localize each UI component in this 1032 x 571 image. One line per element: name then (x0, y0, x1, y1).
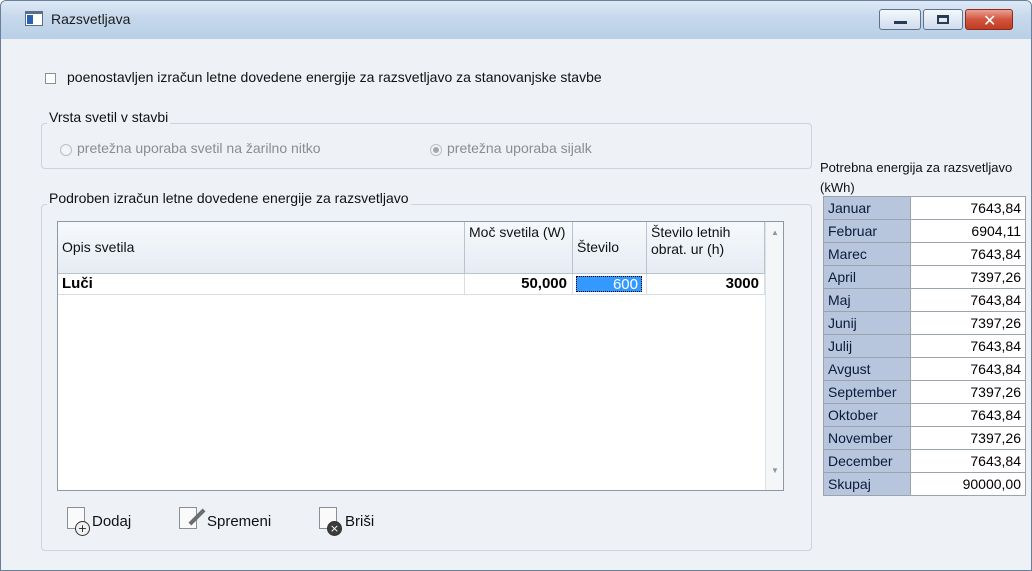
column-header-opis[interactable]: Opis svetila (58, 222, 465, 274)
energy-row: September 7397,26 (823, 380, 1026, 404)
close-icon: ✕ (983, 11, 997, 30)
lamps-grid[interactable]: Opis svetila Moč svetila (W) Število Šte… (57, 221, 784, 491)
monthly-energy-table: Januar 7643,84 Februar 6904,11 Marec 7643,84 A… (823, 196, 1026, 496)
edit-button-label: Spremeni (207, 513, 272, 530)
energy-value-cell: 7397,26 (910, 380, 1026, 404)
column-header-stevilo[interactable]: Število (573, 222, 647, 274)
energy-month-cell: Oktober (823, 403, 911, 427)
close-button[interactable]: ✕ (965, 9, 1013, 30)
fluorescent-radio[interactable] (430, 144, 442, 156)
energy-value-cell: 7643,84 (910, 242, 1026, 266)
energy-value-cell: 6904,11 (910, 219, 1026, 243)
grid-vertical-scrollbar[interactable]: ▲ ▼ (765, 222, 783, 490)
energy-value-cell: 7643,84 (910, 334, 1026, 358)
delete-button[interactable]: × Briši (319, 507, 409, 537)
razsvetljava-window: Razsvetljava ✕ poenostavljen izračun let… (0, 0, 1032, 571)
minimize-icon (894, 21, 907, 24)
energy-row: Avgust 7643,84 (823, 357, 1026, 381)
energy-month-cell: April (823, 265, 911, 289)
minimize-button[interactable] (879, 9, 921, 30)
energy-month-cell: Junij (823, 311, 911, 335)
cell-moc[interactable]: 50,000 (465, 274, 573, 295)
energy-row: Skupaj 90000,00 (823, 472, 1026, 496)
add-button-label: Dodaj (92, 513, 132, 530)
title-bar[interactable]: Razsvetljava ✕ (1, 1, 1031, 39)
energy-row: December 7643,84 (823, 449, 1026, 473)
energy-row: Februar 6904,11 (823, 219, 1026, 243)
energy-month-cell: Januar (823, 196, 911, 220)
energy-value-cell: 7643,84 (910, 288, 1026, 312)
simplified-calc-label[interactable]: poenostavljen izračun letne dovedene ene… (67, 69, 602, 85)
energy-value-cell: 90000,00 (910, 472, 1026, 496)
column-header-moc[interactable]: Moč svetila (W) (465, 222, 573, 274)
lamp-type-group-title: Vrsta svetil v stavbi (47, 109, 171, 125)
energy-row: November 7397,26 (823, 426, 1026, 450)
energy-month-cell: September (823, 380, 911, 404)
fluorescent-radio-label[interactable]: pretežna uporaba sijalk (447, 140, 592, 156)
window-title: Razsvetljava (51, 11, 131, 27)
energy-value-cell: 7397,26 (910, 311, 1026, 335)
energy-month-cell: Julij (823, 334, 911, 358)
incandescent-radio[interactable] (60, 144, 72, 156)
add-button[interactable]: + Dodaj (67, 507, 167, 537)
energy-month-cell: December (823, 449, 911, 473)
window-app-icon (25, 11, 43, 26)
delete-button-label: Briši (345, 513, 375, 530)
energy-row: April 7397,26 (823, 265, 1026, 289)
energy-table-title: Potrebna energija za razsvetljavo (kWh) (820, 160, 1013, 195)
energy-month-cell: Avgust (823, 357, 911, 381)
edit-button[interactable]: Spremeni (179, 507, 314, 537)
cell-opis[interactable]: Luči (58, 274, 465, 295)
energy-month-cell: Skupaj (823, 472, 911, 496)
energy-month-cell: Februar (823, 219, 911, 243)
scroll-up-arrow-icon[interactable]: ▲ (771, 228, 779, 237)
detail-calc-group-title: Podroben izračun letne dovedene energije… (47, 190, 411, 206)
maximize-icon (937, 15, 949, 24)
energy-month-cell: Maj (823, 288, 911, 312)
column-header-ure[interactable]: Število letnih obrat. ur (h) (647, 222, 765, 274)
cell-stevilo[interactable]: 600 (573, 274, 647, 295)
incandescent-radio-label[interactable]: pretežna uporaba svetil na žarilno nitko (77, 140, 321, 156)
energy-value-cell: 7643,84 (910, 196, 1026, 220)
energy-row: Maj 7643,84 (823, 288, 1026, 312)
scroll-down-arrow-icon[interactable]: ▼ (771, 466, 779, 475)
energy-value-cell: 7643,84 (910, 403, 1026, 427)
energy-value-cell: 7397,26 (910, 265, 1026, 289)
cell-stevilo-selected[interactable]: 600 (576, 276, 642, 292)
energy-row: Junij 7397,26 (823, 311, 1026, 335)
energy-row: Marec 7643,84 (823, 242, 1026, 266)
maximize-button[interactable] (923, 9, 963, 30)
simplified-calc-checkbox[interactable] (45, 73, 56, 84)
energy-value-cell: 7397,26 (910, 426, 1026, 450)
energy-row: Oktober 7643,84 (823, 403, 1026, 427)
energy-month-cell: November (823, 426, 911, 450)
energy-month-cell: Marec (823, 242, 911, 266)
energy-row: Julij 7643,84 (823, 334, 1026, 358)
energy-row: Januar 7643,84 (823, 196, 1026, 220)
energy-value-cell: 7643,84 (910, 357, 1026, 381)
energy-value-cell: 7643,84 (910, 449, 1026, 473)
window-content: poenostavljen izračun letne dovedene ene… (7, 39, 1026, 561)
cell-ure[interactable]: 3000 (647, 274, 765, 295)
